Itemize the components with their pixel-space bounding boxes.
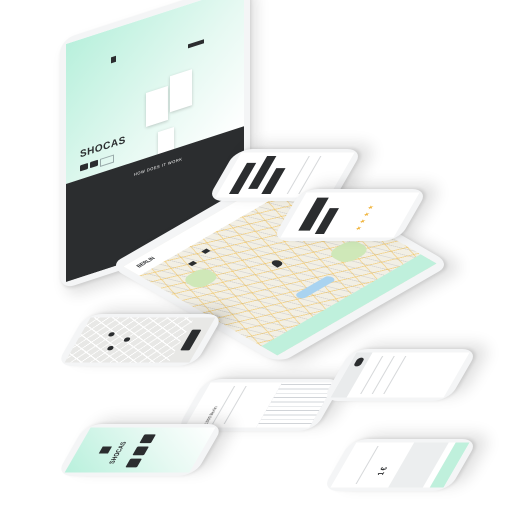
brand-button-2[interactable] — [132, 446, 149, 456]
laptop-preview-card-2 — [170, 69, 192, 113]
phone-screen-amount: 1 € — [330, 442, 470, 488]
phone-screen-rating: ★ ★ ★ ★ — [280, 192, 420, 238]
divider — [223, 385, 247, 425]
chat-bubble-1 — [228, 162, 257, 195]
brand-button-1[interactable] — [125, 458, 142, 468]
phone-screen-keyboard: 1000 Berlin — [184, 382, 336, 428]
brand-button-3[interactable] — [139, 434, 156, 444]
divider — [355, 445, 379, 485]
phone-left-map — [55, 314, 225, 366]
phone-screen-settings — [330, 352, 470, 398]
keyboard[interactable] — [256, 382, 336, 428]
divider — [286, 155, 310, 195]
divider — [212, 385, 236, 425]
divider — [371, 355, 395, 395]
brand-title: SHOCAS — [108, 441, 129, 464]
laptop-preview-card-1 — [146, 85, 168, 128]
brand-logo-icon — [98, 446, 112, 454]
amount-value[interactable]: 1 € — [377, 467, 390, 475]
phone-screen-map — [64, 317, 216, 363]
phone-map-streets — [64, 317, 195, 363]
divider — [383, 355, 407, 395]
phone-screen-brand: SHOCAS — [64, 427, 216, 473]
star-icon-2[interactable]: ★ — [358, 219, 369, 224]
phone-right-settings — [321, 349, 479, 401]
device-mockup-scene: SHOCAS HOW DOES IT WORK BERLIN ★ ★ ★ ★ 1… — [0, 0, 521, 521]
phone-bottom-right: 1 € — [321, 439, 479, 491]
star-icon-4[interactable]: ★ — [366, 205, 377, 210]
settings-header — [330, 352, 373, 398]
phone-brand: SHOCAS — [55, 424, 225, 476]
star-icon-3[interactable]: ★ — [362, 212, 373, 217]
star-icon-1[interactable]: ★ — [354, 226, 365, 231]
